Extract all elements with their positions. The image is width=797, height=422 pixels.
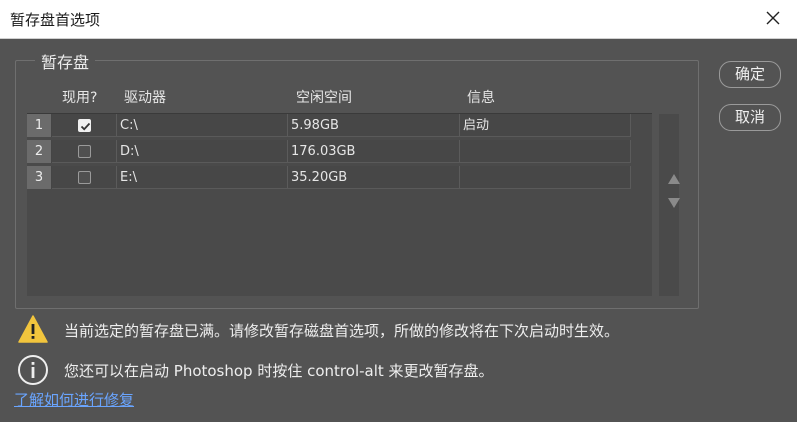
scratch-disk-table: 1 C:\ 5.98GB 启动 2 D:\ 176.03GB 3 E:\ 35.… — [27, 113, 679, 296]
row-number: 2 — [27, 140, 52, 163]
active-cell — [52, 140, 117, 163]
cancel-button[interactable]: 取消 — [719, 104, 781, 131]
header-info: 信息 — [467, 90, 495, 106]
checkmark-icon — [80, 122, 91, 131]
active-checkbox[interactable] — [78, 145, 91, 158]
table-row[interactable]: 2 D:\ 176.03GB — [27, 140, 652, 164]
warning-triangle-icon — [18, 315, 48, 343]
triangle-up-icon[interactable] — [668, 174, 680, 184]
triangle-down-icon[interactable] — [668, 198, 680, 208]
title-bar: 暂存盘首选项 — [0, 0, 797, 39]
free-space-cell: 176.03GB — [288, 140, 460, 163]
active-cell — [52, 114, 117, 137]
row-number: 3 — [27, 166, 52, 189]
free-space-cell: 35.20GB — [288, 166, 460, 189]
drive-cell: E:\ — [117, 166, 288, 189]
drive-cell: D:\ — [117, 140, 288, 163]
drive-cell: C:\ — [117, 114, 288, 137]
table-row[interactable]: 3 E:\ 35.20GB — [27, 166, 652, 190]
window-title: 暂存盘首选项 — [10, 11, 101, 29]
active-cell — [52, 166, 117, 189]
header-free-space: 空闲空间 — [296, 90, 352, 106]
close-icon[interactable] — [765, 10, 781, 26]
table-row[interactable]: 1 C:\ 5.98GB 启动 — [27, 114, 652, 138]
header-drive: 驱动器 — [124, 90, 166, 106]
warning-message: 当前选定的暂存盘已满。请修改暂存磁盘首选项，所做的修改将在下次启动时生效。 — [64, 322, 620, 340]
ok-button[interactable]: 确定 — [719, 61, 781, 88]
info-circle-icon — [18, 355, 48, 385]
learn-how-to-fix-link[interactable]: 了解如何进行修复 — [14, 389, 134, 410]
row-number: 1 — [27, 114, 52, 137]
free-space-cell: 5.98GB — [288, 114, 460, 137]
info-cell — [460, 166, 631, 189]
header-active: 现用? — [62, 90, 98, 106]
group-legend: 暂存盘 — [35, 49, 96, 73]
active-checkbox[interactable] — [78, 171, 91, 184]
info-cell — [460, 140, 631, 163]
active-checkbox[interactable] — [78, 119, 91, 132]
info-cell: 启动 — [460, 114, 631, 137]
info-message: 您还可以在启动 Photoshop 时按住 control-alt 来更改暂存盘… — [64, 362, 494, 380]
